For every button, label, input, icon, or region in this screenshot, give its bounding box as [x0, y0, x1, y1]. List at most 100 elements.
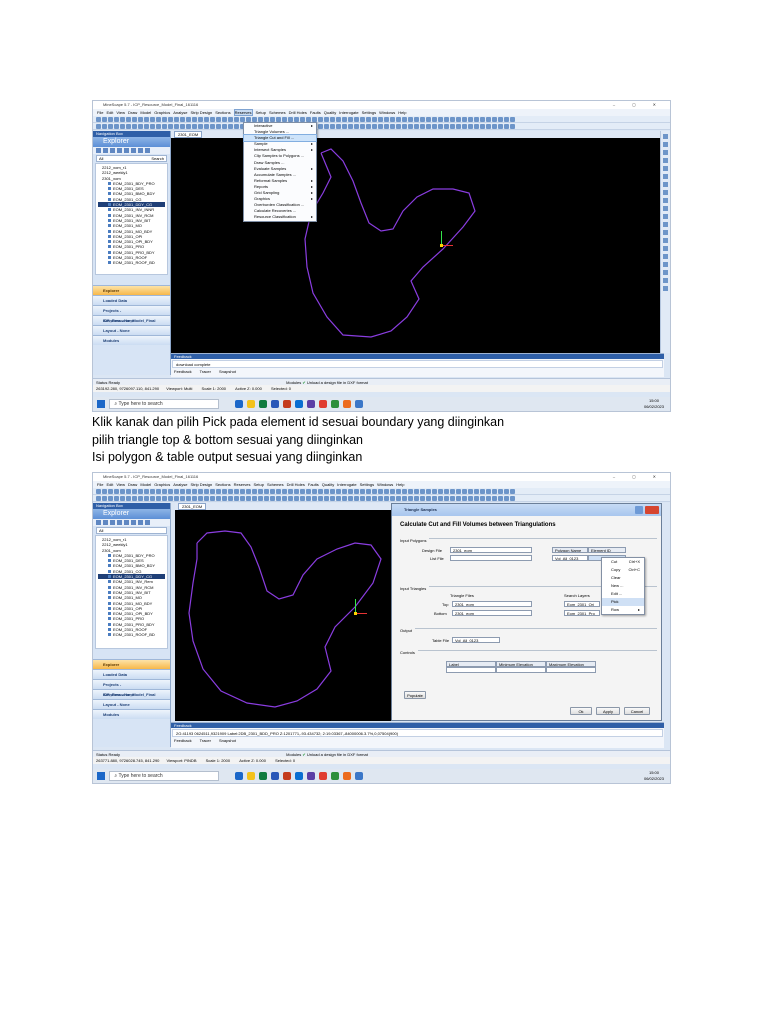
- menu-edit[interactable]: Edit: [106, 110, 113, 115]
- toolbar-icon[interactable]: [408, 117, 413, 122]
- toolbar-icon[interactable]: [132, 117, 137, 122]
- toolbar-icon[interactable]: [114, 489, 119, 494]
- toolbar-icon[interactable]: [510, 496, 515, 501]
- nav-section[interactable]: Explorer: [93, 659, 170, 669]
- toolbar-icon[interactable]: [132, 496, 137, 501]
- toolbar-icon[interactable]: [462, 496, 467, 501]
- toolbar-icon[interactable]: [318, 117, 323, 122]
- toolbar-icon[interactable]: [438, 489, 443, 494]
- explorer-tool-icon[interactable]: [131, 520, 136, 525]
- window-controls[interactable]: – ◻ ✕: [613, 473, 664, 481]
- edge-icon[interactable]: [234, 400, 243, 408]
- toolbar-icon[interactable]: [168, 117, 173, 122]
- nav-section[interactable]: Projects - ICP_Resource_Model_Final: [93, 679, 170, 697]
- toolbar-icon[interactable]: [378, 117, 383, 122]
- explorer-tool-icon[interactable]: [103, 520, 108, 525]
- toolbar-icon[interactable]: [372, 117, 377, 122]
- menu-schemes[interactable]: Schemes: [267, 482, 284, 487]
- toolbar-icon[interactable]: [414, 489, 419, 494]
- menu-edit[interactable]: Edit: [106, 482, 113, 487]
- toolbar-icon[interactable]: [102, 124, 107, 129]
- toolbar-icon[interactable]: [384, 489, 389, 494]
- toolbar-icon[interactable]: [402, 496, 407, 501]
- menu-quality[interactable]: Quality: [324, 110, 336, 115]
- toolbar-icon[interactable]: [312, 489, 317, 494]
- toolbar-icon[interactable]: [108, 489, 113, 494]
- excel-icon[interactable]: [258, 772, 267, 780]
- toolbar-icon[interactable]: [156, 117, 161, 122]
- toolbar-icon[interactable]: [294, 496, 299, 501]
- toolbar-icon[interactable]: [114, 117, 119, 122]
- chrome-icon[interactable]: [342, 772, 351, 780]
- context-menu-item[interactable]: Clear: [602, 574, 644, 582]
- toolbar-icon[interactable]: [198, 124, 203, 129]
- menu-reserves[interactable]: Reserves: [234, 482, 251, 487]
- menu-help[interactable]: Help: [396, 482, 404, 487]
- toolbar-icon[interactable]: [126, 124, 131, 129]
- toolbar-icon[interactable]: [126, 117, 131, 122]
- toolbar-icon[interactable]: [456, 489, 461, 494]
- toolbar-icon[interactable]: [468, 496, 473, 501]
- menu-item[interactable]: Resource Classification ▸: [244, 214, 316, 220]
- toolbar-icon[interactable]: [312, 496, 317, 501]
- toolbar-icon[interactable]: [378, 489, 383, 494]
- toolbar-icon[interactable]: [96, 117, 101, 122]
- toolbar-icon[interactable]: [372, 489, 377, 494]
- toolbar-icon[interactable]: [408, 124, 413, 129]
- top-triangle-field[interactable]: 2301_eom: [452, 601, 532, 607]
- explorer-tool-icon[interactable]: [96, 148, 101, 153]
- toolbar-icon[interactable]: [186, 124, 191, 129]
- toolbar-icon[interactable]: [492, 124, 497, 129]
- active-z-value[interactable]: 0.000: [252, 386, 262, 391]
- menu-file[interactable]: File: [97, 110, 103, 115]
- bottom-triangle-field[interactable]: 2301_eom: [452, 610, 532, 616]
- toolbar-icon[interactable]: [420, 489, 425, 494]
- nav-section[interactable]: Projects - ICP_Resource_Model_Final: [93, 305, 170, 323]
- toolbar-icon[interactable]: [138, 489, 143, 494]
- toolbar-icon[interactable]: [210, 124, 215, 129]
- toolbar-icon[interactable]: [264, 496, 269, 501]
- toolbar-icon[interactable]: [414, 496, 419, 501]
- close-icon[interactable]: [645, 506, 659, 514]
- toolbar-icon[interactable]: [474, 117, 479, 122]
- nav-section[interactable]: Sessions - None: [93, 689, 170, 699]
- toolbar-icon[interactable]: [372, 124, 377, 129]
- menu-reserves[interactable]: Reserves: [233, 109, 253, 116]
- toolbar-icon[interactable]: [276, 496, 281, 501]
- context-menu-item[interactable]: Row ▸: [602, 606, 644, 614]
- toolbar-icon[interactable]: [294, 489, 299, 494]
- toolbar-icon[interactable]: [348, 489, 353, 494]
- toolbar-icon[interactable]: [480, 117, 485, 122]
- toolbar-icon[interactable]: [150, 117, 155, 122]
- toolbar-icon[interactable]: [438, 496, 443, 501]
- feedback-tab[interactable]: Tracer: [200, 369, 211, 374]
- explorer-tool-icon[interactable]: [138, 148, 143, 153]
- toolbar-icon[interactable]: [498, 124, 503, 129]
- toolbar-icon[interactable]: [282, 496, 287, 501]
- toolbar-icon[interactable]: [276, 489, 281, 494]
- toolbar-icon[interactable]: [168, 124, 173, 129]
- menu-model[interactable]: Model: [140, 110, 151, 115]
- toolbar-icon[interactable]: [156, 496, 161, 501]
- folder-icon[interactable]: [246, 772, 255, 780]
- toolbar-icon[interactable]: [426, 117, 431, 122]
- teams-icon[interactable]: [306, 772, 315, 780]
- toolbar-icon[interactable]: [426, 496, 431, 501]
- toolbar-icon[interactable]: [300, 489, 305, 494]
- toolbar-icon[interactable]: [222, 124, 227, 129]
- toolbar-icon[interactable]: [330, 496, 335, 501]
- explorer-tool-icon[interactable]: [124, 520, 129, 525]
- toolbar-icon[interactable]: [168, 489, 173, 494]
- menu-interrogate[interactable]: Interrogate: [337, 482, 356, 487]
- toolbar-icon[interactable]: [198, 489, 203, 494]
- excel-icon[interactable]: [258, 400, 267, 408]
- toolbar-icon[interactable]: [174, 117, 179, 122]
- menu-draw[interactable]: Draw: [128, 110, 137, 115]
- toolbar-icon[interactable]: [102, 489, 107, 494]
- toolbar-icon[interactable]: [438, 117, 443, 122]
- toolbar-icon[interactable]: [216, 496, 221, 501]
- menu-drill-holes[interactable]: Drill Holes: [289, 110, 307, 115]
- toolbar-icon[interactable]: [498, 496, 503, 501]
- toolbar-icon[interactable]: [180, 124, 185, 129]
- menu-graphics[interactable]: Graphics: [154, 110, 170, 115]
